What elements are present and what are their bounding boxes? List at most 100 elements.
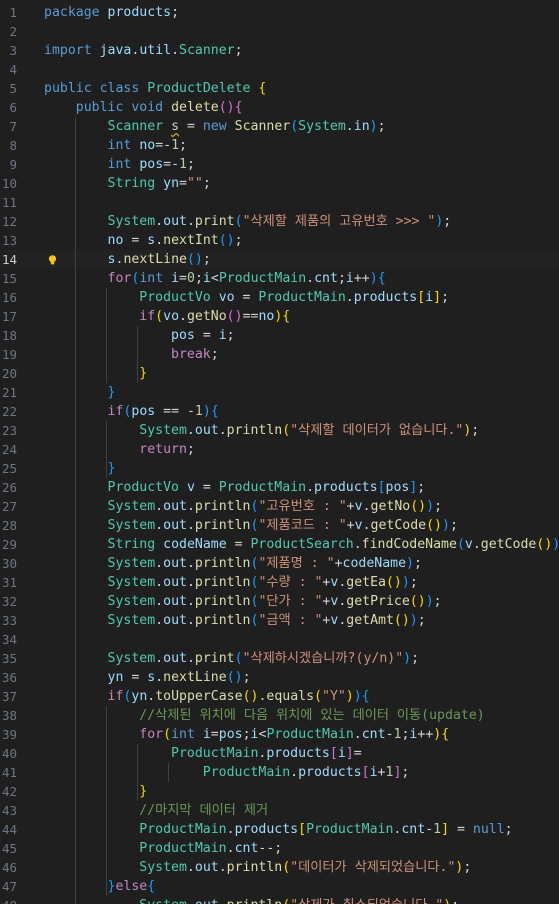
- code-line[interactable]: 44 ProductMain.products[ProductMain.cnt-…: [0, 820, 559, 839]
- code-line[interactable]: 15 for(int i=0;i<ProductMain.cnt;i++){: [0, 269, 559, 288]
- code-line[interactable]: 42 }: [0, 782, 559, 801]
- code-token: null: [472, 822, 505, 837]
- code-token: .: [155, 575, 164, 590]
- code-token: ;: [234, 43, 243, 58]
- code-line[interactable]: 5 public class ProductDelete {: [0, 79, 559, 98]
- code-line[interactable]: 7 Scanner s = new Scanner(System.in);: [0, 117, 559, 136]
- code-token: =: [123, 233, 148, 248]
- code-editor[interactable]: 1 package products; 2 3 import java.util.Sca…: [0, 0, 559, 904]
- code-token: ProductVo: [139, 290, 211, 305]
- code-line[interactable]: 39 for(int i=pos;i<ProductMain.cnt-1;i++…: [0, 725, 559, 744]
- code-token: {: [234, 100, 243, 115]
- code-line[interactable]: 33 System.out.println("금액 : "+v.getAmt()…: [0, 611, 559, 630]
- line-number: 40: [1, 746, 17, 761]
- code-token: 1: [179, 157, 187, 172]
- code-line[interactable]: 18 pos = i;: [0, 326, 559, 345]
- code-line[interactable]: 2: [0, 22, 559, 41]
- code-token: "데이터가 삭제되었습니다.": [290, 860, 456, 875]
- code-token: i: [425, 290, 434, 305]
- code-line[interactable]: 34: [0, 630, 559, 649]
- code-token: i: [337, 746, 346, 761]
- indent-guide: [168, 763, 169, 782]
- code-line[interactable]: 36 yn = s.nextLine();: [0, 668, 559, 687]
- code-line[interactable]: 8 int no=-1;: [0, 136, 559, 155]
- code-line[interactable]: 4: [0, 60, 559, 79]
- code-token: out: [194, 860, 219, 875]
- code-line[interactable]: 32 System.out.println("단가 : "+v.getPrice…: [0, 592, 559, 611]
- code-token: products: [234, 822, 299, 837]
- code-token: vo: [163, 309, 180, 324]
- code-token: System: [107, 594, 156, 609]
- code-token: //마지막 데이터 제거: [139, 803, 269, 818]
- code-line[interactable]: 3 import java.util.Scanner;: [0, 41, 559, 60]
- code-line[interactable]: 9 int pos=-1;: [0, 155, 559, 174]
- indent-guide: [75, 117, 76, 904]
- code-token: System: [107, 575, 156, 590]
- code-line[interactable]: 17 if(vo.getNo()==no){: [0, 307, 559, 326]
- indent-guide: [137, 326, 138, 383]
- code-text: return;: [44, 440, 195, 459]
- line-number: 17: [1, 309, 17, 324]
- code-line[interactable]: 38 //삭제된 위치에 다음 위치에 있는 데이터 이동(update): [0, 706, 559, 725]
- code-line[interactable]: 12 System.out.print("삭제할 제품의 고유번호 >>> ")…: [0, 212, 559, 231]
- code-line[interactable]: 43 //마지막 데이터 제거: [0, 801, 559, 820]
- code-line[interactable]: 19 break;: [0, 345, 559, 364]
- code-line[interactable]: 22 if(pos == -1){: [0, 402, 559, 421]
- code-line[interactable]: 10 String yn="";: [0, 174, 559, 193]
- code-token: ;: [171, 5, 180, 20]
- code-line[interactable]: 29 String codeName = ProductSearch.findC…: [0, 535, 559, 554]
- code-line[interactable]: 46 System.out.println("데이터가 삭제되었습니다.");: [0, 858, 559, 877]
- code-line[interactable]: 40 ProductMain.products[i]=: [0, 744, 559, 763]
- line-number: 25: [1, 461, 17, 476]
- code-token: ]: [433, 290, 442, 305]
- code-token: .: [186, 518, 195, 533]
- code-text: for(int i=pos;i<ProductMain.cnt-1;i++){: [44, 725, 449, 744]
- code-line[interactable]: 24 return;: [0, 440, 559, 459]
- code-token: ;: [337, 271, 346, 286]
- code-line[interactable]: 20 }: [0, 364, 559, 383]
- code-line[interactable]: 11: [0, 193, 559, 212]
- code-line[interactable]: 13 no = s.nextInt();: [0, 231, 559, 250]
- code-line[interactable]: 37 if(yn.toUpperCase().equals("Y")){: [0, 687, 559, 706]
- code-line[interactable]: 16 ProductVo vo = ProductMain.products[i…: [0, 288, 559, 307]
- code-line[interactable]: 47 }else{: [0, 877, 559, 896]
- code-token: out: [163, 518, 187, 533]
- line-number: 9: [9, 157, 17, 172]
- code-line[interactable]: 30 System.out.println("제품명 : "+codeName)…: [0, 554, 559, 573]
- code-line[interactable]: 25 }: [0, 459, 559, 478]
- code-token: .: [306, 480, 315, 495]
- code-line[interactable]: 21 }: [0, 383, 559, 402]
- code-line[interactable]: 41 ProductMain.products[i+1];: [0, 763, 559, 782]
- code-line[interactable]: 35 System.out.print("삭제하시겠습니까?(y/n)");: [0, 649, 559, 668]
- code-line[interactable]: 1 package products;: [0, 3, 559, 22]
- line-number: 36: [1, 670, 17, 685]
- code-line[interactable]: 23 System.out.println("삭제할 데이터가 없습니다.");: [0, 421, 559, 440]
- code-line[interactable]: 14 s.nextLine();: [0, 250, 559, 269]
- line-number: 11: [1, 195, 17, 210]
- code-token: nextInt: [163, 233, 219, 248]
- code-line[interactable]: 28 System.out.println("제품코드 : "+v.getCod…: [0, 516, 559, 535]
- code-token: ;: [202, 252, 211, 267]
- code-token: ;: [449, 518, 458, 533]
- code-text: int no=-1;: [44, 136, 187, 155]
- code-token: Scanner: [234, 119, 291, 134]
- line-number: 46: [1, 860, 17, 875]
- code-token: System: [107, 556, 156, 571]
- code-line[interactable]: 45 ProductMain.cnt--;: [0, 839, 559, 858]
- line-number: 3: [9, 43, 17, 58]
- code-line[interactable]: 48 System.out.println("삭제가 취소되었습니다.");: [0, 896, 559, 904]
- code-line[interactable]: 6 public void delete(){: [0, 98, 559, 117]
- code-line[interactable]: 26 ProductVo v = ProductMain.products[po…: [0, 478, 559, 497]
- code-line[interactable]: 27 System.out.println("고유번호 : "+v.getNo(…: [0, 497, 559, 516]
- code-token: 0: [187, 271, 195, 286]
- code-line[interactable]: 31 System.out.println("수량 : "+v.getEa())…: [0, 573, 559, 592]
- code-token: (): [226, 309, 243, 324]
- code-token: i: [218, 328, 227, 343]
